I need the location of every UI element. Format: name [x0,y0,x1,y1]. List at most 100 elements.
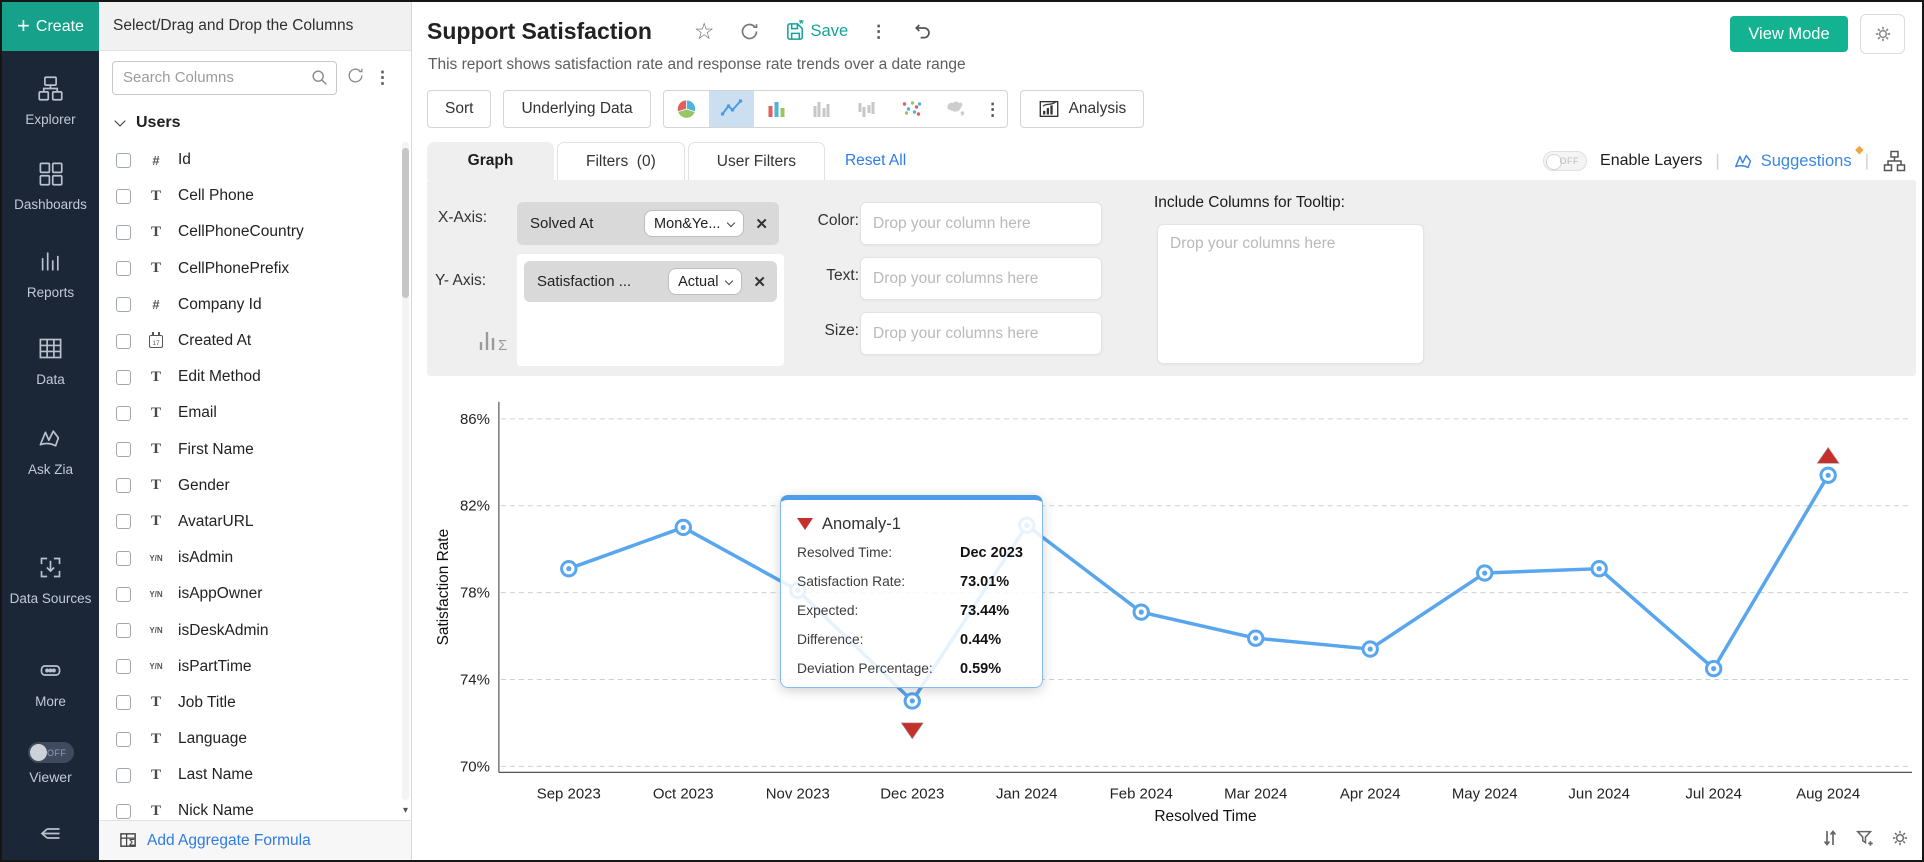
pie-chart-icon[interactable] [664,91,709,127]
column-checkbox[interactable] [116,587,131,602]
column-row-id[interactable]: #Id [99,142,411,178]
sidebar-item-explorer[interactable]: Explorer [2,75,99,129]
column-row-isappowner[interactable]: Y/NisAppOwner [99,576,411,612]
color-dropzone[interactable]: Drop your column here [860,202,1102,245]
column-row-created-at[interactable]: 17Created At [99,323,411,359]
column-checkbox[interactable] [116,334,131,349]
column-checkbox[interactable] [116,478,131,493]
more-chart-types-icon[interactable]: ⋮ [979,91,1007,127]
column-row-isparttime[interactable]: Y/NisPartTime [99,649,411,685]
sidebar-item-more[interactable]: More [2,657,99,711]
tab-graph[interactable]: Graph [427,142,554,180]
column-row-job-title[interactable]: TJob Title [99,685,411,721]
column-row-avatarurl[interactable]: TAvatarURL [99,504,411,540]
anomaly-marker-down[interactable] [901,723,923,739]
column-checkbox[interactable] [116,406,131,421]
column-checkbox[interactable] [116,551,131,566]
column-row-cell-phone[interactable]: TCell Phone [99,178,411,214]
column-checkbox[interactable] [116,732,131,747]
column-row-cellphonecountry[interactable]: TCellPhoneCountry [99,214,411,250]
filter-add-icon[interactable] [1855,828,1875,848]
y-axis-column-chip[interactable]: Satisfaction ... Actual ✕ [524,261,777,302]
reset-all-link[interactable]: Reset All [845,152,906,170]
column-row-gender[interactable]: TGender [99,468,411,504]
aggregate-formula-icon[interactable]: Σ [477,326,511,361]
map-chart-icon[interactable] [934,91,979,127]
column-row-cellphoneprefix[interactable]: TCellPhonePrefix [99,251,411,287]
bar-chart-icon[interactable] [754,91,799,127]
refresh-columns-icon[interactable] [346,66,365,90]
settings-button[interactable] [1860,14,1905,54]
favorite-star-icon[interactable]: ☆ [694,20,715,43]
table-group-users[interactable]: Users [116,114,180,132]
column-row-email[interactable]: TEmail [99,395,411,431]
analysis-button[interactable]: Analysis [1020,90,1145,128]
sort-button[interactable]: Sort [427,90,491,128]
collapse-sidebar-button[interactable] [2,820,99,847]
remove-column-icon[interactable]: ✕ [750,273,769,291]
dropzone-placeholder: Drop your columns here [1170,235,1335,253]
column-checkbox[interactable] [116,804,131,819]
create-button[interactable]: + Create [2,2,99,51]
line-chart-icon[interactable] [709,91,754,127]
save-button[interactable]: * Save [784,20,849,43]
column-row-isdeskadmin[interactable]: Y/NisDeskAdmin [99,612,411,648]
sidebar-item-reports[interactable]: Reports [2,248,99,302]
sidebar-item-ask-zia[interactable]: Ask Zia [2,425,99,479]
column-row-first-name[interactable]: TFirst Name [99,432,411,468]
enable-layers-toggle[interactable]: OFF [1543,151,1587,171]
sidebar-item-data[interactable]: Data [2,335,99,389]
column-checkbox[interactable] [116,225,131,240]
chart-settings-gear-icon[interactable] [1890,828,1910,848]
x-axis-granularity-dropdown[interactable]: Mon&Ye... [644,210,744,237]
scrollbar-thumb[interactable] [402,148,409,298]
column-checkbox[interactable] [116,695,131,710]
scrollbar-down-arrow[interactable]: ▾ [403,805,408,816]
x-axis-column-chip[interactable]: Solved At Mon&Ye... ✕ [517,202,779,245]
tab-user-filters[interactable]: User Filters [688,142,825,180]
column-row-edit-method[interactable]: TEdit Method [99,359,411,395]
column-checkbox[interactable] [116,297,131,312]
column-checkbox[interactable] [116,623,131,638]
undo-icon[interactable] [911,21,932,42]
search-columns-input[interactable] [112,61,337,95]
tooltip-row-value: Dec 2023 [960,545,1023,561]
size-dropzone[interactable]: Drop your columns here [860,312,1102,355]
stacked-bar-chart-icon[interactable] [844,91,889,127]
tooltip-columns-dropzone[interactable]: Drop your columns here [1157,224,1424,364]
hierarchy-view-icon[interactable] [1882,149,1907,173]
y-axis-aggregate-dropdown[interactable]: Actual [668,268,742,295]
tab-filters[interactable]: Filters (0) [557,142,685,180]
column-checkbox[interactable] [116,442,131,457]
column-checkbox[interactable] [116,370,131,385]
sidebar-item-data-sources[interactable]: Data Sources [2,554,99,608]
column-row-company-id[interactable]: #Company Id [99,287,411,323]
columns-more-options-icon[interactable]: ⋮ [374,69,391,86]
column-checkbox[interactable] [116,153,131,168]
y-axis-drop-area[interactable]: Satisfaction ... Actual ✕ [517,254,784,366]
viewer-toggle[interactable]: OFF Viewer [2,742,99,785]
view-mode-button[interactable]: View Mode [1730,16,1848,52]
add-aggregate-formula-button[interactable]: Σ Add Aggregate Formula [99,820,411,860]
column-row-last-name[interactable]: TLast Name [99,757,411,793]
sort-data-icon[interactable] [1820,828,1840,848]
underlying-data-button[interactable]: Underlying Data [503,90,650,128]
viewer-toggle-pill[interactable]: OFF [28,742,74,763]
column-checkbox[interactable] [116,514,131,529]
report-more-options-icon[interactable]: ⋮ [870,23,887,40]
suggestions-button[interactable]: Suggestions ◆ [1733,152,1852,171]
refresh-report-icon[interactable] [739,21,760,42]
column-row-isadmin[interactable]: Y/NisAdmin [99,540,411,576]
text-dropzone[interactable]: Drop your columns here [860,257,1102,300]
column-row-language[interactable]: TLanguage [99,721,411,757]
anomaly-marker-up[interactable] [1817,447,1839,463]
column-checkbox[interactable] [116,189,131,204]
scatter-chart-icon[interactable] [889,91,934,127]
remove-column-icon[interactable]: ✕ [752,215,771,233]
sidebar-item-dashboards[interactable]: Dashboards [2,160,99,214]
column-row-nick-name[interactable]: TNick Name [99,793,411,820]
grouped-bar-chart-icon[interactable] [799,91,844,127]
column-checkbox[interactable] [116,261,131,276]
column-checkbox[interactable] [116,768,131,783]
column-checkbox[interactable] [116,659,131,674]
